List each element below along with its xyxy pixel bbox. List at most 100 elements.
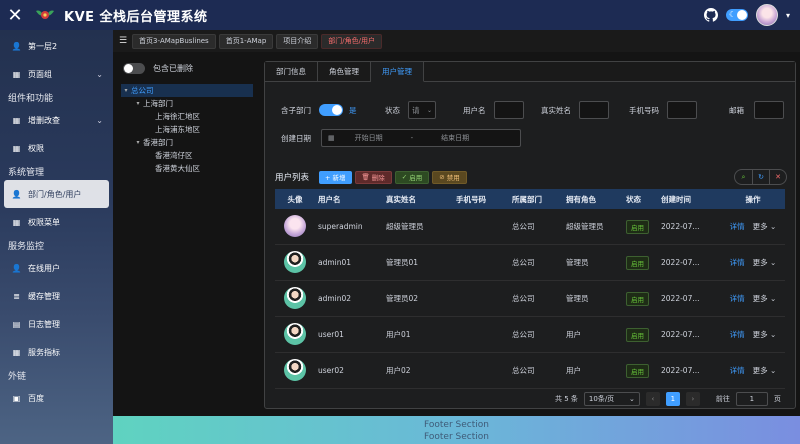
cell-dept: 总公司 (512, 258, 535, 267)
tree-node[interactable]: 香港黄大仙区 (121, 162, 253, 175)
sidebar-item[interactable]: ▣ 百度 (0, 384, 113, 412)
sidebar-item[interactable]: 👤 部门/角色/用户 (4, 180, 109, 208)
tab[interactable]: 项目介绍 (276, 33, 319, 49)
detail-link[interactable]: 详情 (730, 294, 745, 303)
tree-node[interactable]: ▾ 总公司 (121, 84, 253, 97)
github-icon[interactable] (703, 8, 718, 22)
include-sub-switch[interactable] (319, 104, 343, 116)
chevron-down-icon[interactable]: ▾ (786, 11, 790, 20)
card-tab[interactable]: 角色管理 (318, 62, 371, 81)
tree-node[interactable]: ▾ 上海部门 (121, 97, 253, 110)
page-tabs-bar: ☰ 首页3-AMapBuslines 首页1-AMap 项目介绍 部门/角色/用户 (113, 30, 800, 52)
status-select[interactable]: 请 ⌄ (408, 101, 436, 119)
realname-input[interactable] (579, 101, 609, 119)
theme-toggle[interactable]: ☾ (725, 9, 748, 21)
cell-role: 管理员 (566, 294, 589, 303)
card-tab[interactable]: 用户管理 (371, 62, 424, 82)
calendar-icon: ▤ (12, 319, 21, 329)
cell-username: user02 (318, 366, 344, 375)
detail-link[interactable]: 详情 (730, 366, 745, 375)
more-dropdown[interactable]: 更多 (753, 294, 768, 303)
more-dropdown[interactable]: 更多 (753, 222, 768, 231)
column-header: 状态 (626, 194, 641, 204)
user-table: 头像 用户名 真实姓名 手机号码 所属部门 拥有角色 状态 创建时间 操作 superadmin… (275, 189, 785, 389)
cell-created: 2022-07... (661, 222, 700, 231)
include-deleted-switch[interactable] (123, 62, 145, 74)
more-dropdown[interactable]: 更多 (753, 330, 768, 339)
detail-link[interactable]: 详情 (730, 258, 745, 267)
table-row[interactable]: superadmin 超级管理员 总公司 超级管理员 启用 2022-07... 详情 更多 … (275, 209, 785, 245)
username-input[interactable] (493, 101, 524, 119)
user-icon: 👤 (11, 41, 22, 51)
tab[interactable]: 首页3-AMapBuslines (132, 33, 216, 49)
tree-node[interactable]: ▾ 香港部门 (121, 136, 253, 149)
sidebar-item[interactable]: 👤 第一层2 (0, 32, 113, 60)
page-size-select[interactable]: 10条/页 ⌄ (583, 392, 640, 406)
detail-link[interactable]: 详情 (730, 330, 745, 339)
total-count: 共 5 条 (555, 395, 578, 403)
caret-down-icon: ▾ (124, 87, 128, 94)
chevron-down-icon: ⌄ (767, 330, 777, 339)
date-range-picker[interactable]: ▦ 开始日期 - 结束日期 (321, 129, 521, 147)
page-unit-label: 页 (773, 395, 781, 403)
enable-button[interactable]: ✓ 启用 (394, 170, 430, 184)
sidebar-item[interactable]: ▦ 增删改查 ⌄ (0, 106, 113, 134)
status-label: 状态 (385, 105, 400, 115)
sidebar-item[interactable]: ▦ 服务指标 (0, 338, 113, 366)
next-page-button[interactable]: › (685, 392, 700, 406)
more-dropdown[interactable]: 更多 (753, 258, 768, 267)
sidebar-item[interactable]: ▦ 权限 (0, 134, 113, 162)
cell-dept: 总公司 (512, 366, 535, 375)
tree-node[interactable]: 上海徐汇地区 (121, 110, 253, 123)
realname-label: 真实姓名 (541, 105, 571, 115)
phone-input[interactable] (667, 101, 697, 119)
email-input[interactable] (754, 101, 784, 119)
menu-icon[interactable]: ☰ (119, 36, 129, 46)
sidebar-item-label: 日志管理 (28, 319, 60, 329)
sidebar-item-label: 在线用户 (28, 263, 60, 273)
more-dropdown[interactable]: 更多 (753, 366, 768, 375)
table-row[interactable]: admin02 管理员02 总公司 管理员 启用 2022-07... 详情 更多 ⌄ (275, 281, 785, 317)
column-header: 拥有角色 (566, 194, 596, 204)
delete-button[interactable]: 🗑 删除 (354, 170, 392, 184)
tree-node-label: 香港部门 (143, 138, 173, 147)
sidebar-item[interactable]: ▦ 权限菜单 (0, 208, 113, 236)
cell-created: 2022-07... (661, 294, 700, 303)
cell-username: user01 (318, 330, 344, 339)
sidebar-item[interactable]: 👤 在线用户 (0, 254, 113, 282)
tab[interactable]: 部门/角色/用户 (321, 33, 382, 49)
sidebar-item[interactable]: ▤ 日志管理 (0, 310, 113, 338)
goto-page-input[interactable]: 1 (735, 392, 768, 406)
clear-icon[interactable]: ✕ (769, 170, 786, 184)
table-row[interactable]: user01 用户01 总公司 用户 启用 2022-07... 详情 更多 ⌄ (275, 317, 785, 353)
prev-page-button[interactable]: ‹ (645, 392, 660, 406)
column-header: 用户名 (318, 194, 341, 204)
tree-node[interactable]: 香港湾仔区 (121, 149, 253, 162)
sidebar-item-label: 服务指标 (28, 347, 60, 357)
sidebar-item-label: 权限 (28, 143, 44, 153)
tree-node[interactable]: 上海浦东地区 (121, 123, 253, 136)
cell-dept: 总公司 (512, 294, 535, 303)
sidebar-item[interactable]: ▦ 页面组 ⌄ (0, 60, 113, 88)
username-label: 用户名 (463, 105, 486, 115)
page-button[interactable]: 1 (665, 392, 680, 406)
status-badge: 启用 (626, 255, 649, 270)
add-button[interactable]: + 新增 (319, 170, 352, 184)
table-row[interactable]: admin01 管理员01 总公司 管理员 启用 2022-07... 详情 更多 ⌄ (275, 245, 785, 281)
end-date-input[interactable]: 结束日期 (441, 133, 469, 143)
search-toggle-icon[interactable]: ⌕ (735, 170, 752, 184)
refresh-icon[interactable]: ↻ (752, 170, 769, 184)
check-icon: ✓ (401, 173, 408, 181)
avatar[interactable] (755, 4, 778, 26)
card-tabs: 部门信息 角色管理 用户管理 (265, 62, 795, 82)
disable-button[interactable]: ⊘ 禁用 (432, 170, 467, 184)
detail-link[interactable]: 详情 (730, 222, 745, 231)
footer-text: Footer Section (424, 420, 489, 430)
table-row[interactable]: user02 用户02 总公司 用户 启用 2022-07... 详情 更多 ⌄ (275, 353, 785, 389)
close-icon[interactable]: ✕ (0, 0, 30, 30)
tree-node-label: 总公司 (131, 86, 154, 95)
card-tab[interactable]: 部门信息 (265, 62, 318, 81)
start-date-input[interactable]: 开始日期 (355, 133, 383, 143)
sidebar-item[interactable]: ≣ 缓存管理 (0, 282, 113, 310)
tab[interactable]: 首页1-AMap (218, 33, 274, 49)
